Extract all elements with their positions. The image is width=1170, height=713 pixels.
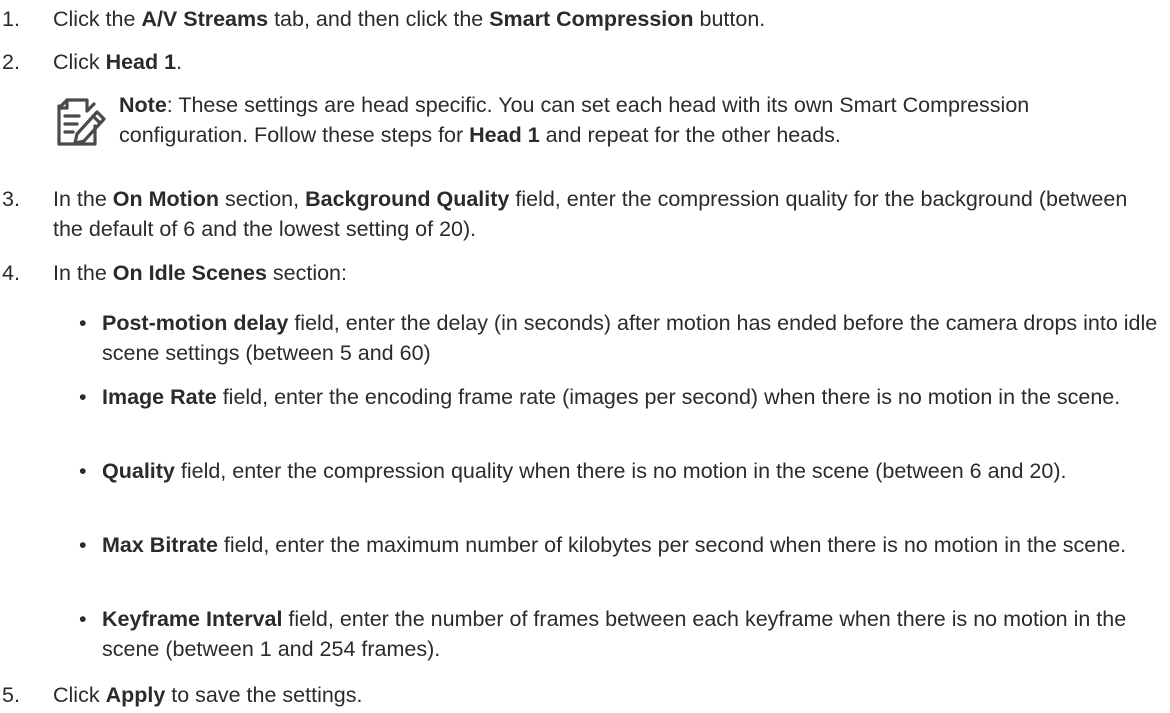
ui-term: Head 1 xyxy=(469,123,540,148)
note-pencil-icon xyxy=(57,98,106,146)
ui-term: Background Quality xyxy=(305,187,510,211)
step-number: 4. xyxy=(2,261,20,285)
ui-term: On Idle Scenes xyxy=(112,261,267,285)
note-label: Note xyxy=(119,93,167,117)
ui-term: Max Bitrate xyxy=(102,533,218,557)
ui-term: Apply xyxy=(105,683,166,707)
instruction-document: 1. Click the A/V Streams tab, and then c… xyxy=(0,0,1170,713)
bullet-icon: • xyxy=(79,459,87,483)
step-number: 1. xyxy=(2,7,20,31)
ui-term: Quality xyxy=(102,459,175,483)
step-text: Click the A/V Streams tab, and then clic… xyxy=(53,7,766,31)
step-number: 5. xyxy=(2,683,20,707)
bullet-icon: • xyxy=(79,385,87,409)
ui-term: Image Rate xyxy=(102,385,217,409)
ui-term: On Motion xyxy=(112,187,220,211)
step-text: Click Head 1. xyxy=(53,50,183,74)
bullet-icon: • xyxy=(79,533,87,557)
step-text: In the On Motion section, Background Qua… xyxy=(53,187,1128,242)
step-text: Click Apply to save the settings. xyxy=(53,683,363,707)
step-text: In the On Idle Scenes section: xyxy=(53,261,347,285)
ui-term: Head 1 xyxy=(105,50,177,74)
ui-term: Smart Compression xyxy=(489,7,694,31)
bullet-icon: • xyxy=(79,311,87,335)
ui-term: A/V Streams xyxy=(141,7,269,31)
bullet-icon: • xyxy=(79,607,87,631)
ui-term: Keyframe Interval xyxy=(102,607,283,631)
step-number: 3. xyxy=(2,187,20,211)
ui-term: Post-motion delay xyxy=(102,311,289,335)
step-number: 2. xyxy=(2,50,20,74)
note-text: Note: These settings are head specific. … xyxy=(119,93,1030,148)
